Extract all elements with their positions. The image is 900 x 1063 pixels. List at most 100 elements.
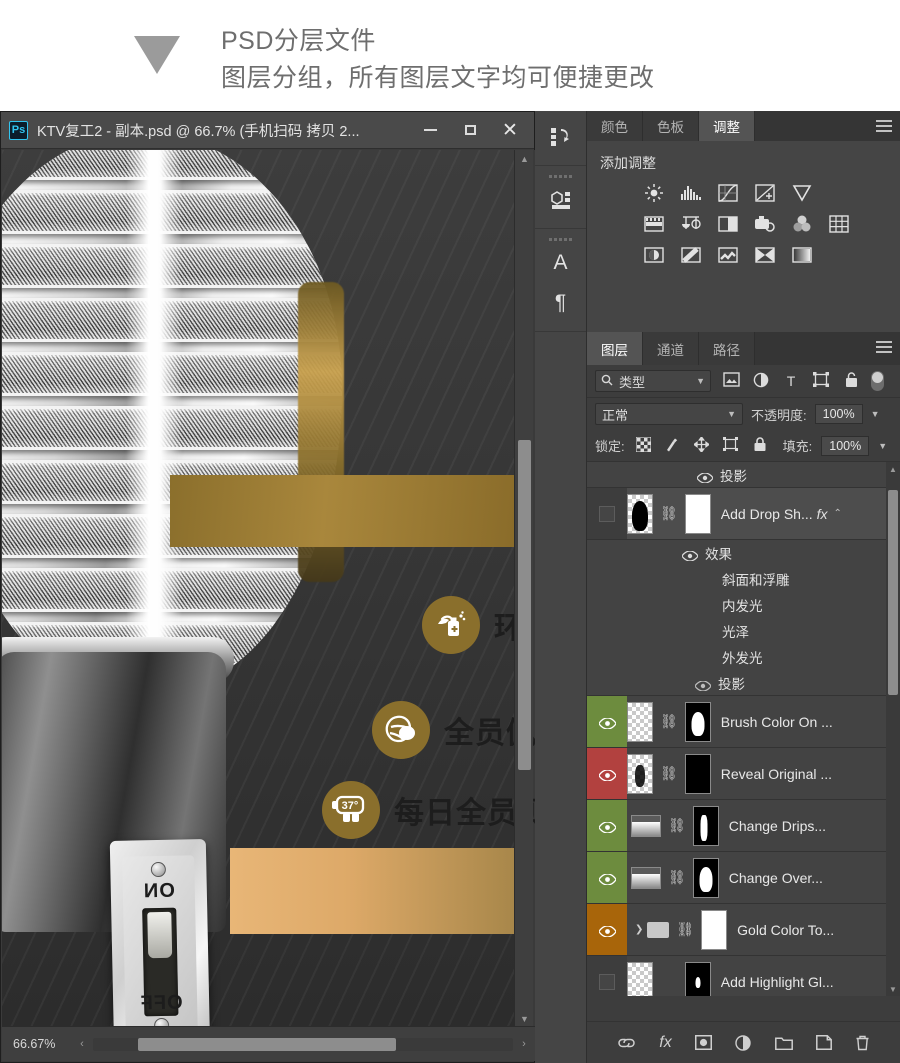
layer-color-label[interactable] — [587, 488, 627, 539]
chevron-up-icon[interactable]: ⌃ — [834, 508, 842, 519]
layer-name[interactable]: Add Drop Sh... — [721, 506, 813, 522]
tab-color[interactable]: 颜色 — [587, 111, 643, 141]
link-mask-icon[interactable]: ⛓ — [668, 869, 686, 886]
color-lookup-icon[interactable] — [828, 214, 850, 234]
layer-name[interactable]: Change Over... — [729, 870, 823, 886]
add-layer-mask-icon[interactable] — [694, 1035, 712, 1050]
canvas-vertical-scrollbar[interactable]: ▲ ▼ — [514, 150, 533, 1028]
canvas-viewport[interactable]: 环 全员佩 37° 每日全员测 ON OFF — [2, 150, 535, 1028]
tab-layers[interactable]: 图层 — [587, 332, 643, 365]
layer-name[interactable]: Add Highlight Gl... — [721, 974, 834, 990]
properties-icon[interactable] — [535, 180, 586, 220]
canvas-horizontal-scrollbar[interactable] — [93, 1037, 513, 1051]
channel-mixer-icon[interactable] — [791, 214, 813, 234]
lock-image-icon[interactable] — [663, 437, 683, 455]
zoom-level[interactable]: 66.67% — [13, 1037, 71, 1051]
eye-icon[interactable] — [681, 548, 699, 562]
table-row[interactable]: ❯ ⛓ Gold Color To... — [587, 904, 900, 956]
new-layer-icon[interactable] — [815, 1035, 832, 1050]
layer-thumbnail[interactable] — [627, 493, 653, 534]
layer-mask-thumbnail[interactable] — [692, 805, 719, 846]
eye-icon[interactable] — [597, 924, 617, 938]
table-row[interactable]: ⛓ Add Drop Sh... fx ⌃ — [587, 488, 900, 540]
smart-object-filter-icon[interactable] — [841, 371, 861, 391]
chevron-left-icon[interactable]: ‹ — [71, 1038, 93, 1050]
layer-color-label[interactable] — [587, 748, 627, 799]
layer-thumbnail[interactable] — [627, 753, 653, 794]
paragraph-icon[interactable]: ¶ — [535, 283, 586, 323]
table-row[interactable]: ⛓ Change Drips... — [587, 800, 900, 852]
lock-all-icon[interactable] — [750, 436, 770, 455]
layer-mask-thumbnail[interactable] — [684, 753, 711, 794]
layer-mask-thumbnail[interactable] — [692, 857, 719, 898]
eye-icon[interactable] — [597, 716, 617, 730]
effect-bevel-emboss[interactable]: 斜面和浮雕 — [587, 566, 900, 592]
filter-toggle-switch[interactable] — [871, 371, 884, 391]
opacity-value[interactable]: 100% — [814, 404, 863, 424]
effect-inner-glow[interactable]: 内发光 — [587, 592, 900, 618]
layer-thumbnail[interactable] — [631, 814, 661, 837]
layer-kind-filter[interactable]: 类型 ▼ — [595, 370, 711, 392]
gradient-map-icon[interactable] — [754, 245, 776, 265]
tab-adjustments[interactable]: 调整 — [699, 111, 755, 141]
lock-position-icon[interactable] — [692, 435, 712, 455]
layer-thumbnail[interactable] — [627, 701, 653, 742]
threshold-icon[interactable] — [717, 245, 739, 265]
eye-icon[interactable] — [597, 768, 617, 782]
adjustment-filter-icon[interactable] — [751, 372, 771, 391]
maximize-button[interactable] — [450, 115, 490, 145]
layer-style-fx-icon[interactable]: fx — [659, 1034, 671, 1052]
layer-color-label[interactable] — [587, 904, 627, 955]
layer-mask-thumbnail[interactable] — [701, 909, 728, 950]
layer-color-label[interactable] — [587, 800, 627, 851]
table-row[interactable]: ⛓ Reveal Original ... — [587, 748, 900, 800]
link-mask-icon[interactable]: ⛓ — [676, 921, 694, 938]
effect-outer-glow[interactable]: 外发光 — [587, 644, 900, 670]
photo-filter-icon[interactable] — [754, 214, 776, 234]
link-mask-icon[interactable]: ⛓ — [668, 817, 686, 834]
layer-name[interactable]: Gold Color To... — [737, 922, 834, 938]
layer-name[interactable]: Brush Color On ... — [721, 714, 833, 730]
image-filter-icon[interactable] — [721, 372, 741, 390]
layer-mask-thumbnail[interactable] — [684, 493, 711, 534]
effect-row-top[interactable]: 投影 — [587, 462, 900, 488]
fill-value[interactable]: 100% — [821, 435, 870, 456]
curves-icon[interactable] — [717, 183, 739, 203]
character-icon[interactable]: A — [535, 243, 586, 283]
layer-fx-icon[interactable]: fx — [817, 506, 828, 522]
levels-icon[interactable] — [680, 183, 702, 203]
new-group-icon[interactable] — [774, 1036, 793, 1050]
table-row[interactable]: ⛓ Brush Color On ... — [587, 696, 900, 748]
effect-satin[interactable]: 光泽 — [587, 618, 900, 644]
effect-drop-shadow[interactable]: 投影 — [587, 670, 900, 696]
tab-paths[interactable]: 路径 — [699, 332, 755, 365]
new-fill-adjustment-icon[interactable] — [735, 1034, 752, 1051]
eye-icon[interactable] — [597, 872, 617, 886]
layer-mask-thumbnail[interactable] — [684, 701, 711, 742]
canvas-horizontal-scroll-thumb[interactable] — [138, 1037, 396, 1051]
chevron-right-icon[interactable]: ❯ — [635, 924, 643, 935]
layer-color-label[interactable] — [587, 956, 627, 996]
layer-list[interactable]: 投影 ⛓ Add Drop Sh... fx ⌃ 效果 斜面和浮雕 内发光 光泽… — [587, 462, 900, 996]
layer-color-label[interactable] — [587, 852, 627, 903]
hue-saturation-icon[interactable] — [643, 214, 665, 234]
opacity-chevron-down-icon[interactable]: ▼ — [871, 409, 880, 419]
eye-icon[interactable] — [696, 470, 714, 484]
canvas-vertical-scroll-thumb[interactable] — [518, 440, 531, 770]
black-white-icon[interactable] — [717, 214, 739, 234]
layer-color-label[interactable] — [587, 696, 627, 747]
eye-icon[interactable] — [597, 820, 617, 834]
type-filter-icon[interactable]: T — [781, 373, 801, 389]
scroll-up-icon[interactable]: ▲ — [886, 462, 900, 476]
link-mask-icon[interactable]: ⛓ — [660, 765, 678, 782]
tab-channels[interactable]: 通道 — [643, 332, 699, 365]
tab-swatches[interactable]: 色板 — [643, 111, 699, 141]
vibrance-icon[interactable] — [791, 183, 813, 203]
exposure-icon[interactable] — [754, 183, 776, 203]
eye-icon-off[interactable] — [599, 973, 615, 990]
effects-group-row[interactable]: 效果 — [587, 540, 900, 566]
link-mask-icon[interactable]: ⛓ — [660, 505, 678, 522]
table-row[interactable]: ⛓ Add Highlight Gl... — [587, 956, 900, 996]
layer-mask-thumbnail[interactable] — [684, 961, 711, 996]
layer-name[interactable]: Change Drips... — [729, 818, 826, 834]
